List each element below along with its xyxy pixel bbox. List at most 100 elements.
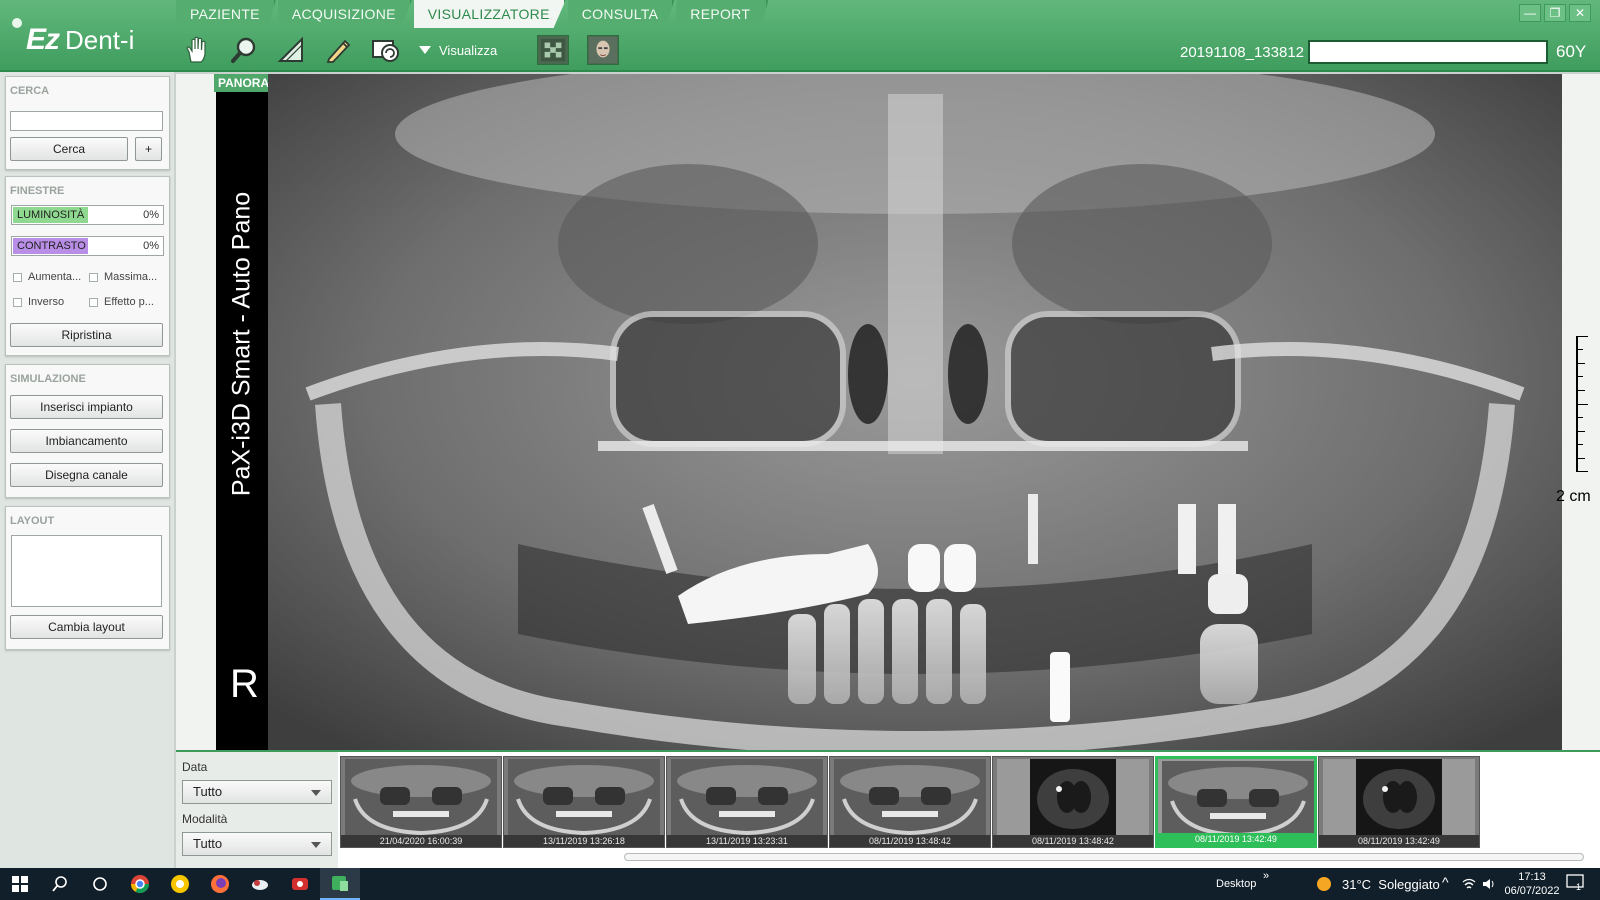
search-panel: CERCA Cerca + xyxy=(5,76,170,170)
maximize-icon[interactable]: ❐ xyxy=(1544,4,1566,22)
left-panel: CERCA Cerca + FINESTRE LUMINOSITÀ 0% CON… xyxy=(0,72,174,868)
tab-acquisizione[interactable]: ACQUISIZIONE xyxy=(277,0,412,28)
visualizza-dropdown-icon[interactable] xyxy=(419,46,431,54)
clock-date[interactable]: 06/07/2022 xyxy=(1502,885,1562,897)
thumbnail-pano[interactable]: 13/11/2019 13:23:31 xyxy=(666,756,828,848)
chevron-up-icon[interactable]: » xyxy=(1263,870,1269,882)
add-search-button[interactable]: + xyxy=(135,137,162,161)
tab-consulta[interactable]: CONSULTA xyxy=(567,0,675,28)
date-filter-label: Data xyxy=(182,760,208,774)
notification-count: 1 xyxy=(1576,882,1582,892)
side-marker: R xyxy=(230,662,259,706)
sun-weather-icon[interactable] xyxy=(1316,876,1332,892)
contrast-value: 0% xyxy=(143,240,159,252)
thumbnail-date: 21/04/2020 16:00:39 xyxy=(341,835,501,847)
enhance-checkbox[interactable]: Aumenta... xyxy=(13,271,81,283)
thumbnail-ct[interactable]: 08/11/2019 13:42:49 xyxy=(1318,756,1480,848)
patient-age: 60Y xyxy=(1556,42,1587,61)
screen-capture-icon[interactable] xyxy=(368,33,402,67)
logo-sub: Dent-i xyxy=(65,25,135,55)
clock-time[interactable]: 17:13 xyxy=(1512,871,1552,883)
search-title: CERCA xyxy=(10,85,50,97)
maximize-label: Massima... xyxy=(104,271,158,283)
thumbnail-pano[interactable]: 13/11/2019 13:26:18 xyxy=(503,756,665,848)
pan-hand-icon[interactable] xyxy=(180,33,214,67)
effect-checkbox[interactable]: Effetto p... xyxy=(89,296,154,308)
windows-title: FINESTRE xyxy=(10,185,65,197)
grid-view-icon[interactable] xyxy=(537,35,570,65)
reset-button[interactable]: Ripristina xyxy=(10,323,163,347)
checkbox-box[interactable] xyxy=(13,297,22,307)
face-photo-icon[interactable] xyxy=(587,35,620,65)
logo-main: Ez xyxy=(26,23,60,56)
ct-slice-thumbnail-image xyxy=(1323,759,1475,835)
contrast-label: CONTRASTO xyxy=(13,238,88,254)
visualizza-label[interactable]: Visualizza xyxy=(439,43,497,58)
scale-label: 2 cm xyxy=(1556,488,1591,505)
thumbnail-date: 13/11/2019 13:26:18 xyxy=(504,835,664,847)
weather-text[interactable]: 31°C Soleggiato xyxy=(1342,877,1440,892)
checkbox-box[interactable] xyxy=(89,297,98,307)
cloud-app-icon[interactable] xyxy=(240,868,280,900)
zoom-magnifier-icon[interactable] xyxy=(227,33,261,67)
change-layout-button[interactable]: Cambia layout xyxy=(10,615,163,639)
search-input[interactable] xyxy=(10,111,163,131)
date-filter-select[interactable]: Tutto xyxy=(182,780,332,804)
top-bar: Ez Dent-i PAZIENTE ACQUISIZIONE VISUALIZZ… xyxy=(0,0,1600,72)
thumbnail-scrollbar[interactable] xyxy=(624,853,1584,861)
draw-pencil-icon[interactable] xyxy=(321,33,355,67)
panoramic-xray-image[interactable] xyxy=(268,74,1562,750)
chrome-icon[interactable] xyxy=(120,868,160,900)
panoramic-thumbnail-image xyxy=(1162,761,1314,837)
insert-implant-button[interactable]: Inserisci impianto xyxy=(10,395,163,419)
windows-panel: FINESTRE LUMINOSITÀ 0% CONTRASTO 0% Aume… xyxy=(5,176,170,356)
thumbnail-date: 13/11/2019 13:23:31 xyxy=(667,835,827,847)
tab-visualizzatore[interactable]: VISUALIZZATORE xyxy=(413,0,566,28)
close-icon[interactable]: ✕ xyxy=(1569,4,1591,22)
firefox-icon[interactable] xyxy=(200,868,240,900)
thumbnail-pano[interactable]: 08/11/2019 13:48:42 xyxy=(829,756,991,848)
thumbnail-bar: Data Tutto Modalità Tutto 21/04/2020 16:… xyxy=(176,750,1600,870)
thumbnail-pano[interactable]: 21/04/2020 16:00:39 xyxy=(340,756,502,848)
tab-report[interactable]: REPORT xyxy=(676,0,769,28)
image-viewer[interactable]: PANORAMICA PaX-i3D Smart - Auto Pano R 2… xyxy=(176,74,1600,752)
notification-icon[interactable]: 1 xyxy=(1566,874,1586,894)
filters-panel: Data Tutto Modalità Tutto xyxy=(176,752,338,870)
search-button[interactable]: Cerca xyxy=(10,137,128,161)
wifi-icon[interactable] xyxy=(1462,877,1476,891)
effect-label: Effetto p... xyxy=(104,296,154,308)
thumbnail-date: 08/11/2019 13:42:49 xyxy=(1319,835,1479,847)
thumbnail-date: 08/11/2019 13:48:42 xyxy=(993,835,1153,847)
search-icon[interactable] xyxy=(40,868,80,900)
layout-preview[interactable] xyxy=(11,535,162,607)
mode-filter-select[interactable]: Tutto xyxy=(182,832,332,856)
panoramic-thumbnail-image xyxy=(508,759,660,835)
speaker-icon[interactable] xyxy=(1482,877,1496,891)
whitening-button[interactable]: Imbiancamento xyxy=(10,429,163,453)
maximize-checkbox[interactable]: Massima... xyxy=(89,271,157,283)
logo-dot xyxy=(12,18,22,28)
minimize-icon[interactable]: — xyxy=(1519,4,1541,22)
desktop-toolbar-label[interactable]: Desktop xyxy=(1216,878,1256,890)
patient-id: 20191108_133812 xyxy=(1180,44,1305,61)
contrast-slider[interactable]: CONTRASTO 0% xyxy=(11,236,164,256)
app-logo: Ez Dent-i xyxy=(12,18,134,62)
checkbox-box[interactable] xyxy=(89,272,98,282)
window-controls: — ❐ ✕ xyxy=(1516,4,1591,22)
thumbnail-ct[interactable]: 08/11/2019 13:48:42 xyxy=(992,756,1154,848)
tab-paziente[interactable]: PAZIENTE xyxy=(176,0,276,28)
measure-triangle-icon[interactable] xyxy=(274,33,308,67)
app-window: Ez Dent-i PAZIENTE ACQUISIZIONE VISUALIZZ… xyxy=(0,0,1600,900)
draw-canal-button[interactable]: Disegna canale xyxy=(10,463,163,487)
yellow-app-icon[interactable] xyxy=(160,868,200,900)
checkbox-box[interactable] xyxy=(13,272,22,282)
tray-chevron-icon[interactable]: ^ xyxy=(1442,874,1449,890)
thumbnail-pano[interactable]: 08/11/2019 13:42:49 xyxy=(1155,756,1317,848)
cortana-icon[interactable] xyxy=(80,868,120,900)
ct-slice-thumbnail-image xyxy=(997,759,1149,835)
invert-checkbox[interactable]: Inverso xyxy=(13,296,64,308)
brightness-slider[interactable]: LUMINOSITÀ 0% xyxy=(11,205,164,225)
ezdent-taskbar-icon[interactable] xyxy=(320,868,360,900)
windows-start-icon[interactable] xyxy=(0,868,40,900)
recorder-app-icon[interactable] xyxy=(280,868,320,900)
